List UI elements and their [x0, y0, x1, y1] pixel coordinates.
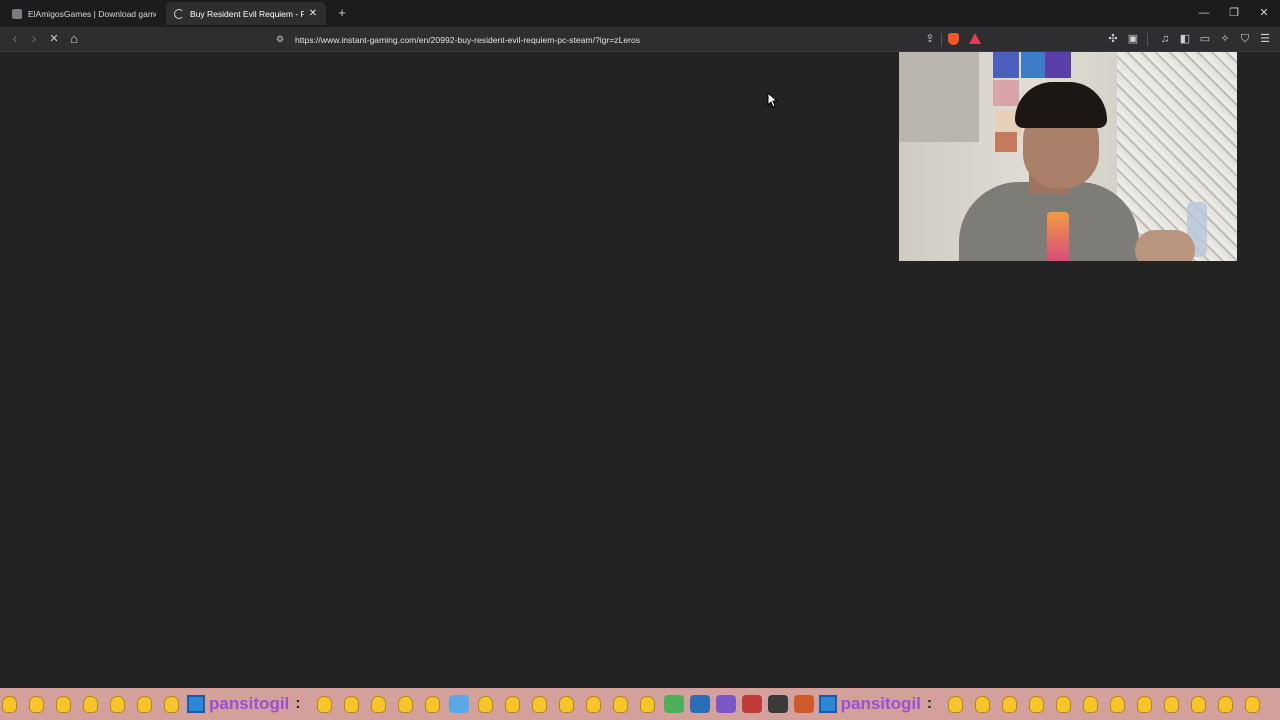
webcam-poster: [995, 132, 1017, 152]
vpn-icon[interactable]: ⛉: [1238, 32, 1252, 46]
webcam-shelf: [899, 52, 979, 142]
clapping-hands-emote-icon: [0, 690, 23, 718]
clapping-hands-emote-icon: [942, 690, 969, 718]
close-window-button[interactable]: ✕: [1257, 5, 1271, 21]
wallet-icon[interactable]: ▭: [1198, 32, 1212, 46]
clapping-hands-emote-icon: [77, 690, 104, 718]
streamer-webcam: [899, 52, 1237, 261]
forward-icon[interactable]: ›: [27, 31, 41, 46]
chat-emote-icon: [663, 695, 684, 713]
webcam-poster: [993, 52, 1019, 78]
webcam-poster: [1045, 52, 1071, 78]
browser-toolbar: ‹ › ✕ ⌂ ⚙ https://www.instant-gaming.com…: [0, 27, 1280, 52]
clapping-hands-emote-icon: [472, 690, 499, 718]
clapping-hands-emote-icon: [996, 690, 1023, 718]
chat-username: pansitogil: [840, 694, 921, 713]
close-tab-icon[interactable]: ✕: [308, 8, 318, 19]
share-icon[interactable]: ⇪: [923, 32, 937, 46]
chat-emote-icon: [793, 695, 814, 713]
chat-badge-icon: [187, 695, 205, 713]
minimize-button[interactable]: —: [1197, 5, 1211, 21]
screenshot-icon[interactable]: ▣: [1126, 32, 1140, 46]
tab-elamigos[interactable]: ElAmigosGames | Download games f: [4, 2, 164, 25]
clapping-hands-emote-icon: [392, 690, 419, 718]
clapping-hands-emote-icon: [365, 690, 392, 718]
url-text[interactable]: https://www.instant-gaming.com/en/20992-…: [295, 35, 640, 45]
clapping-hands-emote-icon: [23, 690, 50, 718]
chat-emote-icon: [715, 695, 736, 713]
clapping-hands-emote-icon: [553, 690, 580, 718]
clapping-hands-emote-icon: [499, 690, 526, 718]
clapping-hands-emote-icon: [1104, 690, 1131, 718]
clapping-hands-emote-icon: [580, 690, 607, 718]
back-icon[interactable]: ‹: [8, 31, 22, 46]
clapping-hands-emote-icon: [50, 690, 77, 718]
chat-separator: :: [295, 695, 301, 712]
clapping-hands-emote-icon: [1023, 690, 1050, 718]
chat-message-row: pansitogil: pansitogil:: [0, 690, 1266, 718]
brave-shields-icon[interactable]: [948, 33, 959, 45]
clapping-hands-emote-icon: [158, 690, 185, 718]
home-icon[interactable]: ⌂: [67, 32, 81, 46]
clapping-hands-emote-icon: [526, 690, 553, 718]
clapping-hands-emote-icon: [969, 690, 996, 718]
clapping-hands-emote-icon: [1239, 690, 1266, 718]
webcam-person-hand: [1135, 230, 1195, 261]
chat-emote-icon: [448, 695, 469, 713]
address-bar[interactable]: ⚙ https://www.instant-gaming.com/en/2099…: [272, 30, 992, 49]
chat-badge-icon: [818, 695, 837, 713]
new-tab-button[interactable]: +: [335, 5, 349, 21]
clapping-hands-emote-icon: [311, 690, 338, 718]
chat-emote-icon: [767, 695, 788, 713]
webcam-poster: [993, 80, 1019, 106]
menu-icon[interactable]: ☰: [1258, 32, 1272, 46]
sidebar-icon[interactable]: ◧: [1178, 32, 1192, 46]
clapping-hands-emote-icon: [607, 690, 634, 718]
tab-title: ElAmigosGames | Download games f: [28, 8, 156, 19]
clapping-hands-emote-icon: [338, 690, 365, 718]
restore-button[interactable]: ❐: [1227, 5, 1241, 21]
tab-strip: ElAmigosGames | Download games f Buy Res…: [0, 0, 1280, 27]
tab-title: Buy Resident Evil Requiem - PC (: [190, 8, 304, 19]
clapping-hands-emote-icon: [131, 690, 158, 718]
toolbar-divider: [941, 33, 942, 46]
extensions-icon[interactable]: ✣: [1106, 32, 1120, 46]
clapping-hands-emote-icon: [1077, 690, 1104, 718]
chat-overlay-strip: pansitogil: pansitogil:: [0, 688, 1280, 720]
chat-username: pansitogil: [209, 694, 290, 713]
leo-icon[interactable]: ✧: [1218, 32, 1232, 46]
clapping-hands-emote-icon: [1212, 690, 1239, 718]
site-favicon-icon: [12, 8, 22, 19]
chat-separator: :: [926, 695, 933, 712]
clapping-hands-emote-icon: [1050, 690, 1077, 718]
tab-instant-gaming[interactable]: Buy Resident Evil Requiem - PC ( ✕: [166, 2, 326, 25]
webcam-poster: [1021, 52, 1047, 78]
toolbar-divider: [1147, 33, 1148, 46]
clapping-hands-emote-icon: [419, 690, 446, 718]
clapping-hands-emote-icon: [104, 690, 131, 718]
brave-rewards-icon[interactable]: [969, 33, 981, 44]
chat-emote-icon: [689, 695, 710, 713]
stop-loading-icon[interactable]: ✕: [47, 32, 61, 46]
site-info-icon[interactable]: ⚙: [276, 34, 288, 45]
clapping-hands-emote-icon: [1131, 690, 1158, 718]
loading-spinner-icon: [174, 8, 184, 19]
clapping-hands-emote-icon: [1185, 690, 1212, 718]
clapping-hands-emote-icon: [1158, 690, 1185, 718]
clapping-hands-emote-icon: [634, 690, 661, 718]
chat-emote-icon: [741, 695, 762, 713]
mouse-cursor-icon: [767, 92, 779, 108]
media-icon[interactable]: ♫: [1158, 32, 1172, 46]
webcam-microphone: [1047, 212, 1069, 261]
